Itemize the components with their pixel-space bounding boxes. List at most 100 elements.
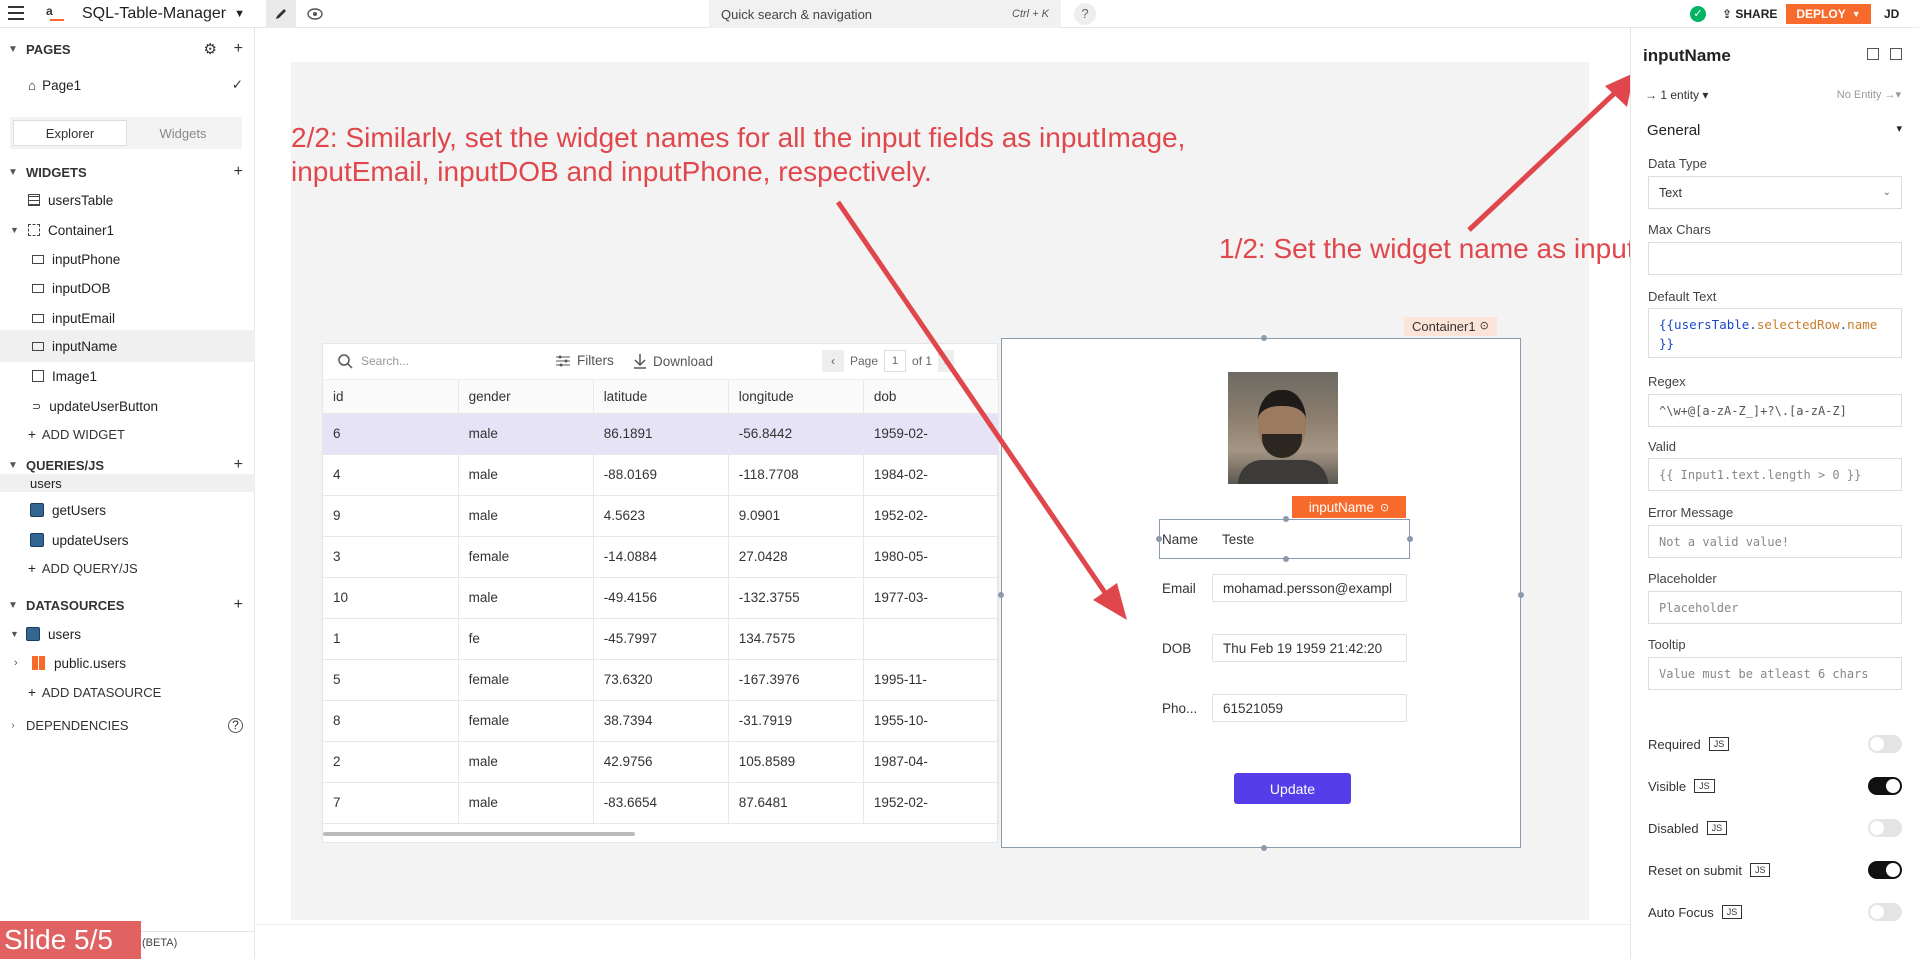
console-beta-label[interactable]: (BETA): [142, 937, 177, 949]
add-page-icon[interactable]: +: [234, 40, 243, 58]
toggle-switch[interactable]: [1868, 861, 1902, 879]
sidebar-item-inputphone[interactable]: inputPhone: [0, 243, 255, 275]
horizontal-scrollbar[interactable]: [323, 832, 635, 836]
sidebar-item-public-users[interactable]: › public.users: [0, 647, 255, 679]
inputname-tag[interactable]: inputName ⊙: [1292, 496, 1406, 518]
menu-icon[interactable]: [8, 6, 24, 20]
email-input[interactable]: mohamad.persson@exampl: [1212, 574, 1407, 602]
filters-button[interactable]: Filters: [555, 353, 614, 368]
sidebar-item-inputname[interactable]: inputName: [0, 330, 255, 362]
column-header[interactable]: gender: [458, 380, 594, 414]
help-circle-icon[interactable]: ?: [228, 718, 243, 733]
app-logo-icon[interactable]: a: [46, 4, 66, 24]
valid-input[interactable]: {{ Input1.text.length > 0 }}: [1648, 458, 1902, 491]
add-datasource-icon[interactable]: +: [234, 596, 243, 614]
user-image[interactable]: [1228, 372, 1338, 484]
phone-input[interactable]: 61521059: [1212, 694, 1407, 722]
column-header[interactable]: id: [323, 380, 459, 414]
quick-search-bar[interactable]: Quick search & navigation Ctrl + K: [709, 0, 1061, 28]
toggle-switch[interactable]: [1868, 735, 1902, 753]
resize-handle[interactable]: [1518, 592, 1524, 598]
table-row[interactable]: 2 male 42.9756 105.8589 1987-04-: [323, 741, 1000, 783]
entity-dropdown[interactable]: → 1 entity ▾: [1645, 88, 1708, 102]
resize-handle[interactable]: [1261, 335, 1267, 341]
update-button[interactable]: Update: [1234, 773, 1351, 804]
placeholder-input[interactable]: Placeholder: [1648, 591, 1902, 624]
js-toggle-badge[interactable]: JS: [1706, 821, 1728, 835]
table-row[interactable]: 10 male -49.4156 -132.3755 1977-03-: [323, 577, 1000, 619]
no-entity-label: No Entity: [1836, 89, 1882, 101]
dependencies-section[interactable]: › DEPENDENCIES ?: [0, 712, 255, 738]
add-widget-link[interactable]: + ADD WIDGET: [0, 418, 255, 450]
sidebar-item-container1[interactable]: ▼ Container1: [0, 214, 255, 246]
page-number-input[interactable]: 1: [884, 350, 907, 372]
table-row[interactable]: 5 female 73.6320 -167.3976 1995-11-: [323, 659, 1000, 701]
data-type-select[interactable]: Text ⌄: [1648, 176, 1902, 209]
table-row[interactable]: 1 fe -45.7997 134.7575: [323, 618, 1000, 660]
view-mode-button[interactable]: [300, 0, 330, 28]
table-row[interactable]: 3 female -14.0884 27.0428 1980-05-: [323, 536, 1000, 578]
max-chars-input[interactable]: [1648, 242, 1902, 275]
toggle-switch[interactable]: [1868, 777, 1902, 795]
tooltip-input[interactable]: Value must be atleast 6 chars: [1648, 657, 1902, 690]
general-section-header[interactable]: General ▾: [1647, 122, 1902, 139]
datasources-section[interactable]: ▼ DATASOURCES +: [0, 592, 255, 618]
next-page-button[interactable]: ›: [938, 350, 955, 372]
user-avatar[interactable]: JD: [1884, 7, 1899, 21]
table-row[interactable]: 8 female 38.7394 -31.7919 1955-10-: [323, 700, 1000, 742]
home-icon: ⌂: [28, 77, 37, 93]
table-row[interactable]: 4 male -88.0169 -118.7708 1984-02-: [323, 454, 1000, 496]
resize-handle[interactable]: [998, 592, 1004, 598]
download-button[interactable]: Download: [633, 353, 713, 369]
deploy-button[interactable]: DEPLOY ▼: [1786, 4, 1871, 24]
help-button[interactable]: ?: [1074, 3, 1096, 25]
table-search[interactable]: Search...: [337, 353, 409, 369]
tab-explorer[interactable]: Explorer: [13, 120, 127, 146]
add-widget-icon[interactable]: +: [234, 163, 243, 181]
js-toggle-badge[interactable]: JS: [1694, 779, 1715, 793]
resize-handle[interactable]: [1407, 536, 1413, 542]
copy-icon[interactable]: [1867, 48, 1879, 60]
toggle-switch[interactable]: [1868, 819, 1902, 837]
sidebar-item-getusers[interactable]: getUsers: [0, 494, 255, 526]
table-row[interactable]: 9 male 4.5623 9.0901 1952-02-: [323, 495, 1000, 537]
queries-group-users[interactable]: users: [0, 474, 255, 492]
default-text-input[interactable]: {{usersTable.selectedRow.name }}: [1648, 308, 1902, 358]
pages-section[interactable]: ▼ PAGES ⚙ +: [0, 36, 255, 62]
sidebar-item-inputdob[interactable]: inputDOB: [0, 272, 255, 304]
container1-tag[interactable]: Container1 ⊙: [1404, 317, 1497, 336]
toggle-row: Auto Focus JS: [1648, 902, 1902, 922]
sidebar-item-image1[interactable]: Image1: [0, 360, 255, 392]
widgets-section[interactable]: ▼ WIDGETS +: [0, 159, 255, 185]
gear-icon[interactable]: ⚙: [204, 40, 217, 58]
name-input[interactable]: Teste: [1212, 525, 1407, 553]
edit-mode-button[interactable]: [266, 0, 296, 28]
app-name[interactable]: SQL-Table-Manager ▼: [82, 5, 245, 23]
add-query-icon[interactable]: +: [234, 456, 243, 474]
table-row[interactable]: 7 male -83.6654 87.6481 1952-02-: [323, 782, 1000, 824]
error-message-input[interactable]: Not a valid value!: [1648, 525, 1902, 558]
column-header[interactable]: longitude: [728, 380, 864, 414]
widget-name-title[interactable]: inputName: [1643, 46, 1731, 66]
js-toggle-badge[interactable]: JS: [1749, 863, 1771, 877]
js-toggle-badge[interactable]: JS: [1721, 905, 1743, 919]
toggle-switch[interactable]: [1868, 903, 1902, 921]
sidebar-item-datasource-users[interactable]: ▼ users: [0, 618, 255, 650]
delete-icon[interactable]: [1890, 48, 1902, 60]
share-button[interactable]: ⇪ SHARE: [1722, 7, 1777, 21]
add-query-link[interactable]: + ADD QUERY/JS: [0, 552, 255, 584]
prev-page-button[interactable]: ‹: [822, 350, 844, 372]
users-table[interactable]: Search... Filters Download ‹ Page 1 of 1…: [322, 343, 1000, 843]
add-datasource-link[interactable]: + ADD DATASOURCE: [0, 676, 255, 708]
tab-widgets[interactable]: Widgets: [127, 120, 239, 146]
column-header[interactable]: dob: [863, 380, 1000, 414]
sidebar-item-userstable[interactable]: usersTable: [0, 184, 255, 216]
column-header[interactable]: latitude: [593, 380, 729, 414]
sidebar-item-page1[interactable]: ⌂ Page1 ✓: [0, 69, 255, 101]
table-row[interactable]: 6 male 86.1891 -56.8442 1959-02-: [323, 413, 1000, 455]
dob-input[interactable]: Thu Feb 19 1959 21:42:20: [1212, 634, 1407, 662]
resize-handle[interactable]: [1261, 845, 1267, 851]
no-entity-dropdown[interactable]: No Entity →▾: [1837, 88, 1901, 101]
regex-input[interactable]: ^\w+@[a-zA-Z_]+?\.[a-zA-Z]: [1648, 394, 1902, 427]
js-toggle-badge[interactable]: JS: [1708, 737, 1730, 751]
